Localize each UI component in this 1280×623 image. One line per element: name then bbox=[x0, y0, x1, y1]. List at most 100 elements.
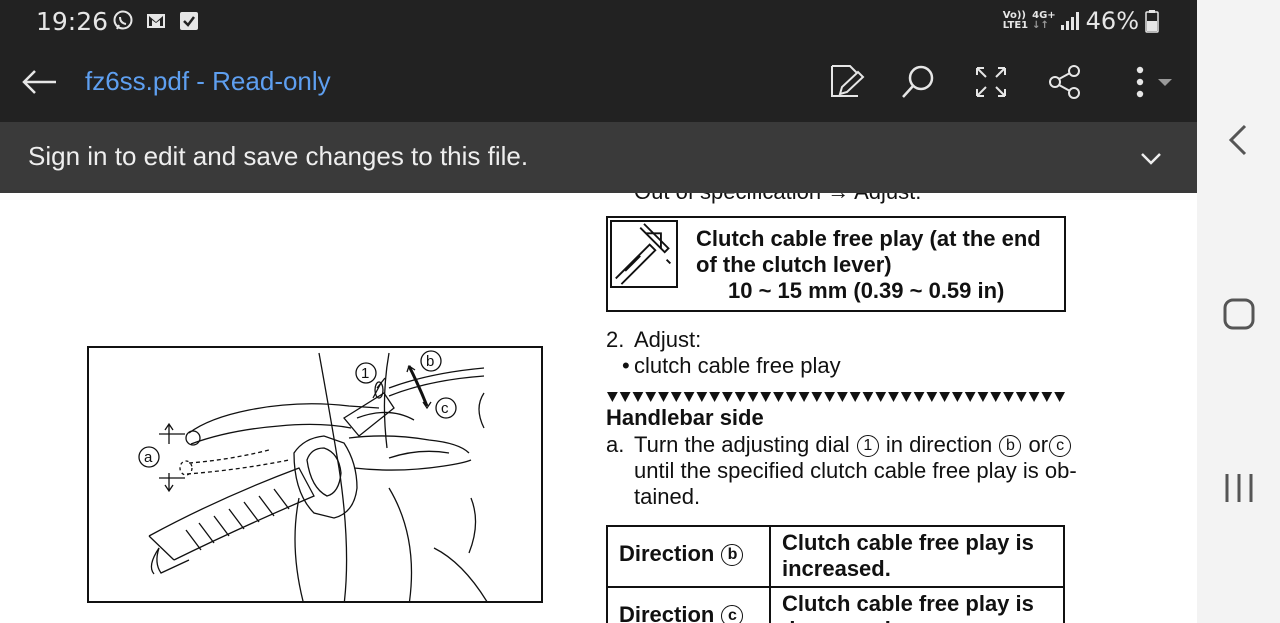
separator-triangle bbox=[926, 392, 938, 402]
figure-label-a: a bbox=[144, 449, 153, 466]
separator-triangle bbox=[607, 392, 618, 402]
separator-triangle bbox=[849, 392, 861, 402]
direction-cell: Direction c bbox=[606, 586, 771, 623]
separator-triangle bbox=[824, 392, 835, 402]
step-a-line-1: Turn the adjusting dial 1 in direction b… bbox=[634, 432, 1072, 458]
separator-triangle bbox=[773, 392, 784, 402]
more-options-icon[interactable] bbox=[1120, 62, 1180, 102]
search-icon[interactable] bbox=[898, 62, 938, 102]
table-row: Direction b Clutch cable free play is in… bbox=[606, 525, 1065, 588]
separator-triangle bbox=[990, 392, 1002, 402]
home-icon[interactable] bbox=[1217, 292, 1261, 336]
separator-triangle bbox=[875, 392, 887, 402]
result-cell: Clutch cable free play is increased. bbox=[769, 525, 1065, 588]
fullscreen-icon[interactable] bbox=[971, 62, 1011, 102]
separator-triangle bbox=[619, 392, 631, 402]
step-2-text: Adjust: bbox=[634, 327, 702, 352]
direction-marker: b bbox=[721, 544, 744, 566]
separator-triangle bbox=[811, 392, 823, 402]
direction-cell: Direction b bbox=[606, 525, 771, 588]
separator-triangle bbox=[734, 392, 746, 402]
step-2-bullet: clutch cable free play bbox=[634, 353, 841, 378]
figure-label-b: b bbox=[426, 353, 434, 370]
separator-triangle bbox=[837, 392, 848, 402]
separator-triangle bbox=[1015, 392, 1027, 402]
status-time: 19:26 bbox=[36, 7, 109, 36]
viber-icon bbox=[113, 10, 133, 30]
back-arrow-icon[interactable] bbox=[20, 62, 60, 102]
separator-triangle bbox=[709, 392, 720, 402]
separator-triangle bbox=[862, 392, 874, 402]
network-type: 4G+ ↓↑ bbox=[1032, 11, 1056, 31]
table-row: Direction c Clutch cable free play is de… bbox=[606, 586, 1065, 623]
separator-triangle bbox=[683, 392, 695, 402]
step-a-label: a. bbox=[606, 432, 625, 457]
separator-triangle bbox=[1054, 392, 1065, 402]
signal-icon bbox=[1060, 12, 1079, 30]
direction-table: Direction b Clutch cable free play is in… bbox=[606, 525, 1065, 623]
spec-title: Clutch cable free play (at the end of th… bbox=[696, 226, 1041, 277]
separator-triangle bbox=[913, 392, 925, 402]
result-cell: Clutch cable free play is decreased. bbox=[769, 586, 1065, 623]
separator-triangle bbox=[939, 392, 950, 402]
separator-triangle bbox=[900, 392, 912, 402]
system-nav-bar bbox=[1197, 0, 1280, 623]
cutoff-text-line: Out of specification → Adjust. bbox=[634, 193, 921, 205]
signin-banner[interactable]: Sign in to edit and save changes to this… bbox=[0, 122, 1197, 193]
battery-percent: 46% bbox=[1085, 7, 1139, 35]
spec-value: 10 ~ 15 mm (0.39 ~ 0.59 in) bbox=[728, 278, 1005, 303]
step-2-number: 2. bbox=[606, 327, 625, 352]
separator-triangle bbox=[977, 392, 989, 402]
chevron-down-icon[interactable] bbox=[1137, 144, 1165, 172]
edit-pen-icon[interactable] bbox=[826, 62, 866, 102]
clutch-lever-diagram: a 1 b c bbox=[87, 346, 543, 603]
spec-box: Clutch cable free play (at the end of th… bbox=[606, 216, 1066, 312]
clutch-lever-illustration: a 1 b c bbox=[138, 350, 488, 601]
figure-label-1: 1 bbox=[361, 365, 369, 382]
lte-label: LTE1 bbox=[1002, 20, 1029, 31]
back-chevron-icon[interactable] bbox=[1217, 118, 1261, 162]
network-indicator: Vo)) LTE1 bbox=[1003, 11, 1028, 31]
step-a-line-3: tained. bbox=[634, 484, 701, 509]
separator-triangle bbox=[747, 392, 759, 402]
separator-triangle bbox=[658, 392, 669, 402]
separator-triangle bbox=[760, 392, 772, 402]
step-a-line-2: until the specified clutch cable free pl… bbox=[634, 458, 1077, 483]
bullet-icon: • bbox=[622, 353, 630, 378]
separator-triangle bbox=[645, 392, 657, 402]
checkbox-notification-icon bbox=[180, 12, 198, 30]
separator-triangle bbox=[1041, 392, 1053, 402]
document-page: Out of specification → Adjust. bbox=[0, 193, 1197, 623]
direction-c-marker: c bbox=[1049, 435, 1072, 457]
separator-triangle bbox=[632, 392, 644, 402]
dial-marker: 1 bbox=[856, 435, 879, 457]
direction-label: Direction bbox=[619, 602, 715, 623]
separator-triangle bbox=[964, 392, 976, 402]
triangle-separator bbox=[607, 392, 1065, 402]
signin-banner-text: Sign in to edit and save changes to this… bbox=[28, 141, 529, 171]
separator-triangle bbox=[798, 392, 810, 402]
direction-b-marker: b bbox=[999, 435, 1022, 457]
document-title: fz6ss.pdf - Read-only bbox=[85, 66, 331, 96]
battery-icon bbox=[1145, 10, 1159, 33]
share-icon[interactable] bbox=[1045, 62, 1085, 102]
figure-label-c: c bbox=[441, 400, 449, 417]
separator-triangle bbox=[888, 392, 899, 402]
separator-triangle bbox=[696, 392, 708, 402]
caliper-icon bbox=[610, 220, 678, 288]
toolbar: fz6ss.pdf - Read-only bbox=[0, 42, 1197, 122]
handlebar-heading: Handlebar side bbox=[606, 405, 764, 430]
step-a-or: or bbox=[1028, 432, 1049, 457]
direction-label: Direction bbox=[619, 541, 715, 566]
direction-marker: c bbox=[721, 605, 744, 623]
status-bar: 19:26 Vo)) LTE1 4G+ ↓↑ 46% bbox=[0, 0, 1197, 42]
step-a-text-2: in direction bbox=[885, 432, 993, 457]
separator-triangle bbox=[670, 392, 682, 402]
recents-icon[interactable] bbox=[1217, 466, 1261, 510]
separator-triangle bbox=[1028, 392, 1040, 402]
separator-triangle bbox=[785, 392, 797, 402]
separator-triangle bbox=[952, 392, 963, 402]
separator-triangle bbox=[722, 392, 733, 402]
gmail-icon bbox=[147, 14, 165, 28]
separator-triangle bbox=[1003, 392, 1014, 402]
